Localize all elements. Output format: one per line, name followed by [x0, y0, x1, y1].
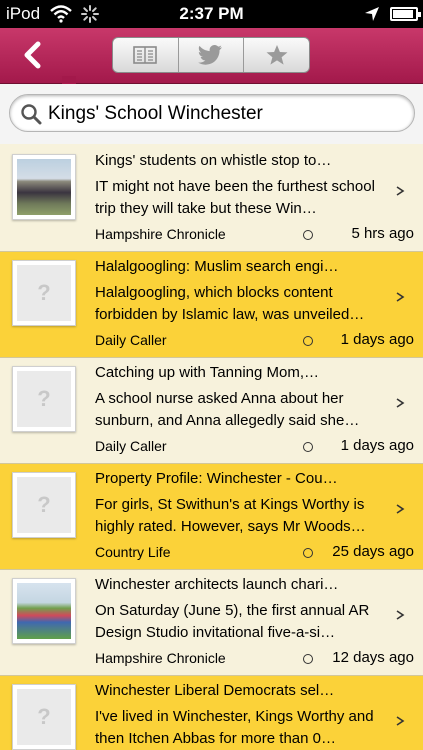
search-box	[9, 94, 415, 133]
article-row[interactable]: Kings' students on whistle stop to… IT mi…	[0, 146, 423, 252]
nav-bar	[0, 28, 423, 84]
star-icon	[266, 45, 288, 65]
article-title: Winchester architects launch chari…	[95, 576, 339, 593]
tab-favorites[interactable]	[244, 38, 309, 72]
article-row[interactable]: ? Catching up with Tanning Mom,… A school …	[0, 358, 423, 464]
disclosure-chevron-icon	[396, 186, 405, 196]
clock-icon	[303, 442, 313, 452]
search-bar	[0, 84, 423, 144]
article-thumbnail: ?	[12, 260, 76, 326]
article-thumbnail: ?	[12, 472, 76, 538]
article-age: 1 days ago	[340, 331, 414, 348]
article-source: Daily Caller	[95, 332, 167, 348]
placeholder-question-icon: ?	[17, 477, 71, 533]
tab-articles[interactable]	[113, 38, 179, 72]
back-button[interactable]	[18, 40, 48, 70]
article-list: Kings' students on whistle stop to… IT mi…	[0, 146, 423, 750]
placeholder-question-icon: ?	[17, 689, 71, 745]
article-age: 1 days ago	[340, 437, 414, 454]
disclosure-chevron-icon	[396, 504, 405, 514]
search-input[interactable]	[48, 95, 408, 133]
disclosure-chevron-icon	[396, 398, 405, 408]
article-thumbnail	[12, 578, 76, 644]
article-photo	[17, 583, 71, 639]
article-thumbnail: ?	[12, 366, 76, 432]
tab-twitter[interactable]	[179, 38, 245, 72]
clock-icon	[303, 654, 313, 664]
article-source: Hampshire Chronicle	[95, 226, 226, 242]
clock-icon	[303, 548, 313, 558]
article-snippet: Halalgoogling, which blocks content forb…	[95, 284, 365, 323]
battery-icon	[390, 7, 421, 21]
article-snippet: IT might not have been the furthest scho…	[95, 178, 375, 217]
clock-icon	[303, 230, 313, 240]
article-age: 12 days ago	[332, 649, 414, 666]
disclosure-chevron-icon	[396, 292, 405, 302]
article-snippet: A school nurse asked Anna about her sunb…	[95, 390, 360, 429]
article-title: Winchester Liberal Democrats sel…	[95, 682, 335, 699]
search-icon	[21, 104, 42, 125]
article-snippet: On Saturday (June 5), the first annual A…	[95, 602, 370, 641]
article-snippet: For girls, St Swithun's at Kings Worthy …	[95, 496, 366, 535]
book-icon	[133, 46, 158, 64]
article-snippet: I've lived in Winchester, Kings Worthy a…	[95, 708, 374, 747]
location-arrow-icon	[365, 7, 379, 21]
status-bar: iPod 2:37 PM	[0, 0, 423, 28]
article-thumbnail	[12, 154, 76, 220]
placeholder-question-icon: ?	[17, 265, 71, 321]
article-age: 25 days ago	[332, 543, 414, 560]
clock-icon	[303, 336, 313, 346]
article-source: Hampshire Chronicle	[95, 650, 226, 666]
article-title: Halalgoogling: Muslim search engi…	[95, 258, 339, 275]
article-age: 5 hrs ago	[351, 225, 414, 242]
article-source: Country Life	[95, 544, 171, 560]
nav-crenel	[62, 76, 76, 84]
article-thumbnail: ?	[12, 684, 76, 750]
article-row[interactable]: ? Property Profile: Winchester - Cou… For …	[0, 464, 423, 570]
article-title: Kings' students on whistle stop to…	[95, 152, 332, 169]
article-photo	[17, 159, 71, 215]
battery-fill	[393, 10, 413, 18]
twitter-bird-icon	[198, 45, 222, 65]
placeholder-question-icon: ?	[17, 371, 71, 427]
clock-time: 2:37 PM	[179, 4, 244, 23]
article-row[interactable]: ? Halalgoogling: Muslim search engi… Halal…	[0, 252, 423, 358]
article-title: Catching up with Tanning Mom,…	[95, 364, 320, 381]
disclosure-chevron-icon	[396, 610, 405, 620]
article-title: Property Profile: Winchester - Cou…	[95, 470, 338, 487]
disclosure-chevron-icon	[396, 716, 405, 726]
article-source: Daily Caller	[95, 438, 167, 454]
segmented-control	[112, 37, 310, 73]
article-row[interactable]: Winchester architects launch chari… On Sa…	[0, 570, 423, 676]
article-row[interactable]: ? Winchester Liberal Democrats sel… I've l…	[0, 676, 423, 750]
